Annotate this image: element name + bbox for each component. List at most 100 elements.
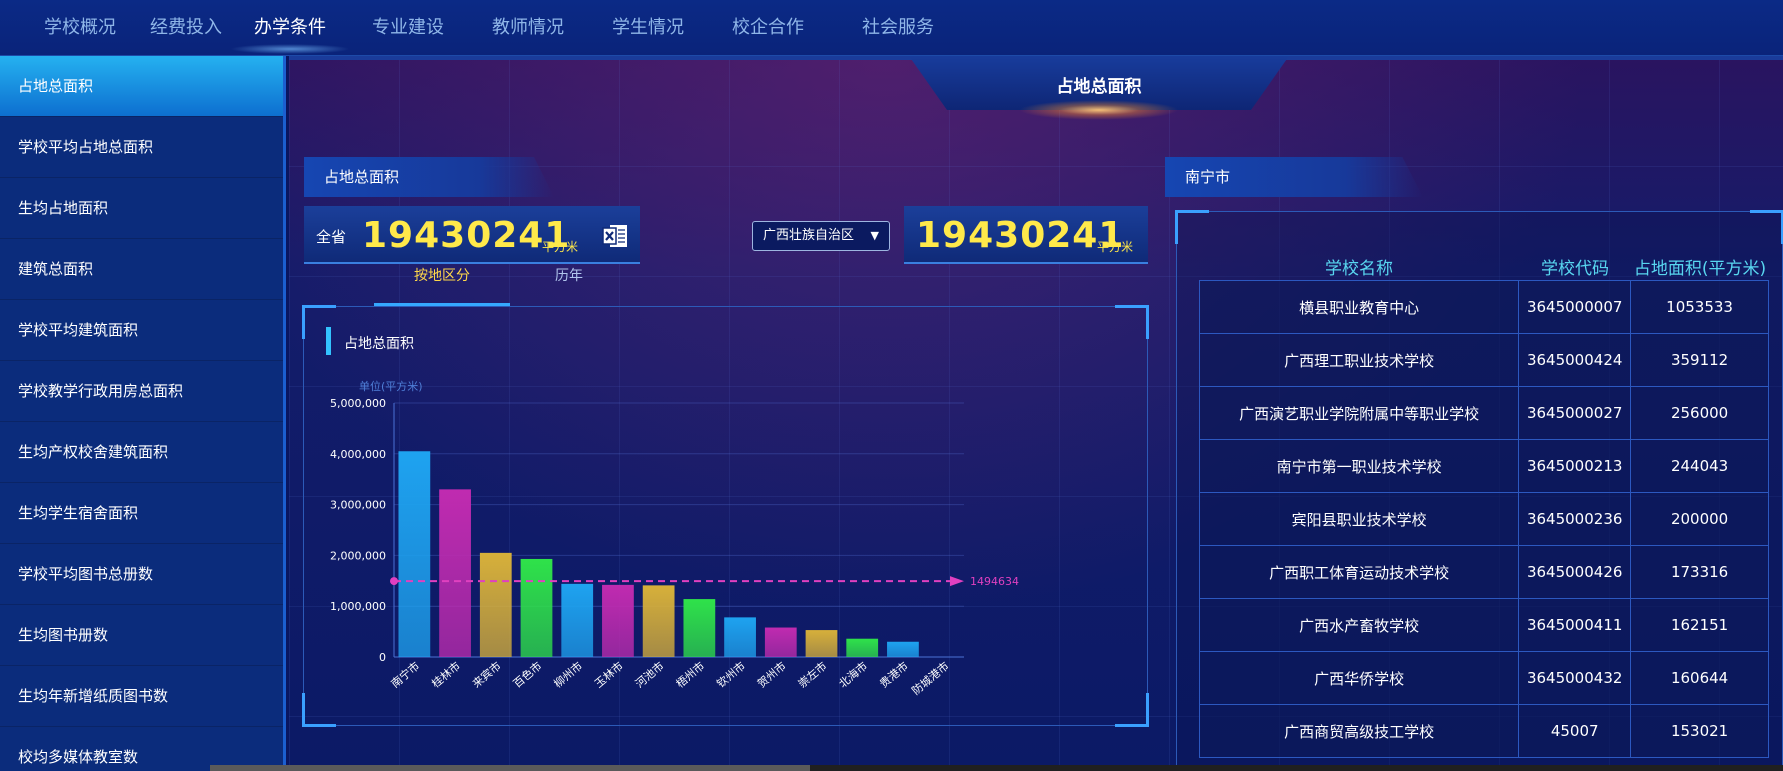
school-code-cell: 3645000432 — [1518, 651, 1632, 705]
school-name-cell: 广西华侨学校 — [1198, 651, 1520, 705]
sidebar-item-owned-building-per-student[interactable]: 生均产权校舍建筑面积 — [0, 422, 283, 483]
x-tick-label: 防城港市 — [909, 659, 952, 698]
school-code-cell: 3645000007 — [1518, 280, 1632, 334]
sidebar-item-avg-books[interactable]: 学校平均图书总册数 — [0, 544, 283, 605]
bar — [439, 489, 471, 657]
school-name-cell: 宾阳县职业技术学校 — [1198, 492, 1520, 546]
sidebar-item-new-books-per-student[interactable]: 生均年新增纸质图书数 — [0, 666, 283, 727]
table-row[interactable]: 广西理工职业技术学校 3645000424 359112 — [1198, 333, 1769, 387]
land-area-cell: 162151 — [1630, 598, 1769, 652]
province-stat: 全省 19430241 平方米 — [304, 206, 640, 264]
nav-tab-school-overview[interactable]: 学校概况 — [30, 0, 130, 56]
main-content: 占地总面积 占地总面积 全省 19430241 平方米 广西壮族自治区 ▼ 19… — [289, 56, 1783, 771]
school-code-cell: 3645000411 — [1518, 598, 1632, 652]
table-row[interactable]: 横县职业教育中心 3645000007 1053533 — [1198, 280, 1769, 334]
table-row[interactable]: 广西演艺职业学院附属中等职业学校 3645000027 256000 — [1198, 386, 1769, 440]
x-tick-label: 北海市 — [836, 659, 870, 691]
bar — [887, 641, 919, 657]
table-row[interactable]: 广西商贸高级技工学校 45007 153021 — [1198, 704, 1769, 758]
land-area-cell: 160644 — [1630, 651, 1769, 705]
chart-panel: 占地总面积 单位(平方米) 0 1,000,000 2,000,000 3,000,00… — [302, 305, 1149, 727]
land-area-cell: 244043 — [1630, 439, 1769, 493]
y-axis-label: 单位(平方米) — [359, 379, 423, 393]
x-tick-label: 河池市 — [632, 659, 666, 691]
nav-tab-enterprise[interactable]: 校企合作 — [718, 0, 818, 56]
nav-tab-conditions[interactable]: 办学条件 — [230, 0, 350, 56]
frame-corner — [1750, 210, 1783, 244]
x-tick-label: 百色市 — [510, 659, 544, 691]
nav-tab-funding[interactable]: 经费投入 — [136, 0, 236, 56]
region-select[interactable]: 广西壮族自治区 ▼ — [752, 221, 890, 251]
sidebar-item-total-building-area[interactable]: 建筑总面积 — [0, 239, 283, 300]
land-area-cell: 359112 — [1630, 333, 1769, 387]
nav-tab-majors[interactable]: 专业建设 — [358, 0, 458, 56]
x-tick-label: 南宁市 — [388, 659, 422, 691]
x-tick-label: 柳州市 — [551, 659, 585, 691]
tab-by-region[interactable]: 按地区分 — [374, 261, 510, 291]
right-panel-header: 南宁市 — [1165, 157, 1423, 197]
province-value: 19430241 — [362, 215, 571, 256]
sidebar-item-land-per-student[interactable]: 生均占地面积 — [0, 178, 283, 239]
sidebar-item-avg-building-area[interactable]: 学校平均建筑面积 — [0, 300, 283, 361]
frame-corner — [1175, 210, 1209, 244]
sidebar-item-dorm-per-student[interactable]: 生均学生宿舍面积 — [0, 483, 283, 544]
sidebar-item-total-land-area[interactable]: 占地总面积 — [0, 56, 283, 117]
table-row[interactable]: 南宁市第一职业技术学校 3645000213 244043 — [1198, 439, 1769, 493]
bar — [398, 451, 431, 657]
y-tick-label: 5,000,000 — [330, 397, 386, 410]
chart-title: 占地总面积 — [344, 336, 414, 352]
sidebar-item-avg-land-area[interactable]: 学校平均占地总面积 — [0, 117, 283, 178]
school-name-cell: 广西水产畜牧学校 — [1198, 598, 1520, 652]
tab-by-year[interactable]: 历年 — [519, 261, 619, 291]
y-tick-label: 3,000,000 — [330, 499, 386, 512]
x-tick-label: 崇左市 — [795, 659, 829, 691]
table-row[interactable]: 广西水产畜牧学校 3645000411 162151 — [1198, 598, 1769, 652]
y-tick-label: 1,000,000 — [330, 600, 386, 613]
nav-tab-teachers[interactable]: 教师情况 — [478, 0, 578, 56]
region-value: 19430241 — [916, 215, 1125, 256]
school-name-cell: 广西职工体育运动技术学校 — [1198, 545, 1520, 599]
header-glow — [1019, 100, 1179, 120]
bar — [764, 627, 797, 657]
nav-tab-social-service[interactable]: 社会服务 — [848, 0, 948, 56]
excel-icon[interactable] — [602, 224, 628, 248]
bar — [805, 630, 838, 657]
school-code-cell: 3645000426 — [1518, 545, 1632, 599]
school-name-cell: 广西理工职业技术学校 — [1198, 333, 1520, 387]
bar — [561, 583, 594, 657]
x-tick-label: 来宾市 — [469, 659, 503, 691]
bar — [520, 558, 553, 657]
bar — [846, 638, 879, 657]
sidebar-item-books-per-student[interactable]: 生均图书册数 — [0, 605, 283, 666]
table-row[interactable]: 宾阳县职业技术学校 3645000236 200000 — [1198, 492, 1769, 546]
column-header-land-area: 占地面积(平方米) — [1633, 259, 1767, 279]
chevron-down-icon: ▼ — [870, 229, 879, 242]
top-navigation: 学校概况 经费投入 办学条件 专业建设 教师情况 学生情况 校企合作 社会服务 — [0, 0, 1783, 56]
x-tick-label: 玉林市 — [592, 659, 626, 691]
school-code-cell: 45007 — [1518, 704, 1632, 758]
table-row[interactable]: 广西职工体育运动技术学校 3645000426 173316 — [1198, 545, 1769, 599]
table-row[interactable]: 广西华侨学校 3645000432 160644 — [1198, 651, 1769, 705]
school-code-cell: 3645000236 — [1518, 492, 1632, 546]
y-tick-label: 2,000,000 — [330, 549, 386, 562]
right-panel-title: 南宁市 — [1185, 168, 1231, 186]
y-tick-label: 4,000,000 — [330, 448, 386, 461]
land-area-cell: 173316 — [1630, 545, 1769, 599]
x-tick-label: 梧州市 — [673, 659, 707, 691]
bar — [642, 585, 675, 657]
left-panel-header: 占地总面积 — [304, 157, 554, 197]
x-tick-label: 钦州市 — [714, 659, 748, 691]
average-line-start-marker — [390, 577, 398, 586]
province-unit: 平方米 — [542, 240, 579, 254]
nav-tab-students[interactable]: 学生情况 — [598, 0, 698, 56]
x-tick-label: 桂林市 — [429, 659, 463, 691]
average-line-label: 1494634 — [970, 575, 1019, 588]
sidebar-item-teaching-admin-area[interactable]: 学校教学行政用房总面积 — [0, 361, 283, 422]
sidebar-scrollbar[interactable] — [283, 56, 286, 771]
horizontal-scrollbar-thumb[interactable] — [210, 765, 810, 771]
school-name-cell: 横县职业教育中心 — [1198, 280, 1520, 334]
province-label: 全省 — [316, 228, 347, 246]
average-line-arrow — [950, 576, 964, 587]
page-title: 占地总面积 — [1056, 77, 1142, 97]
bar — [479, 552, 512, 657]
